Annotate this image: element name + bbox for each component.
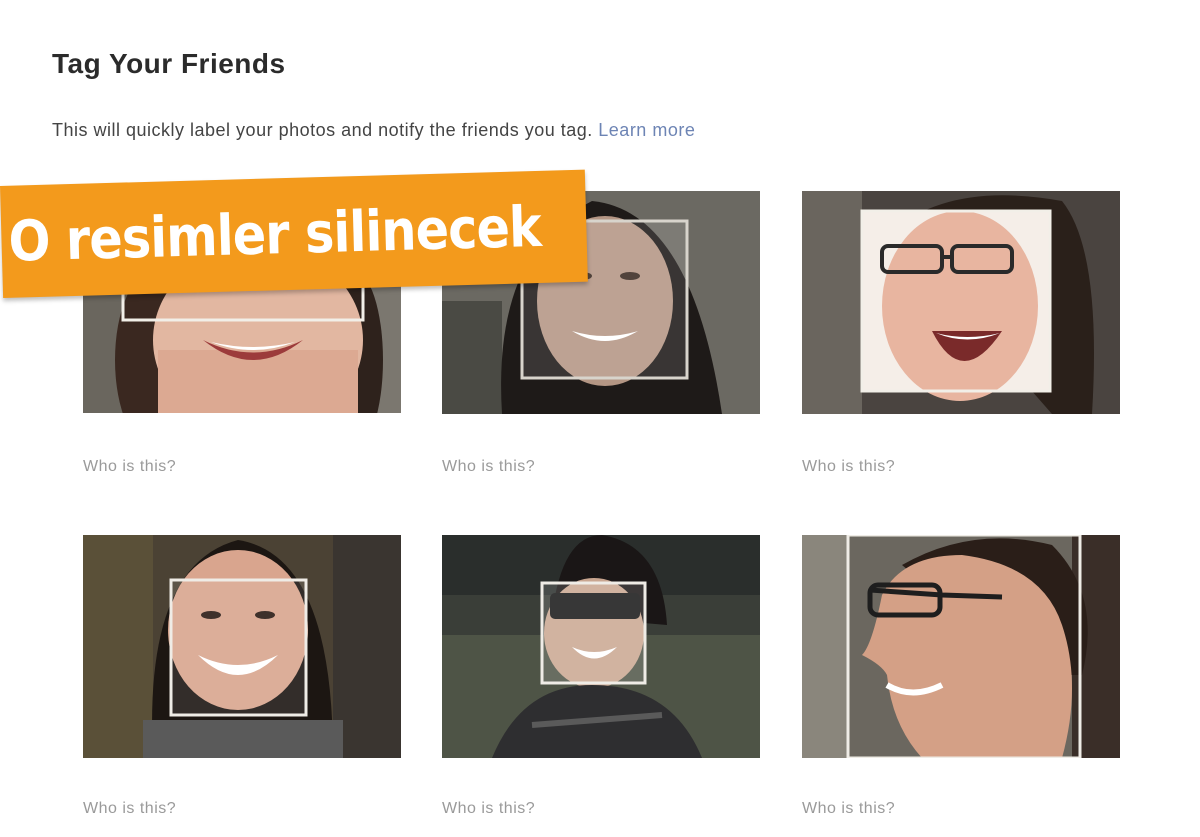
news-banner: O resimler silinecek bbox=[0, 169, 588, 298]
photo-6[interactable] bbox=[802, 535, 1120, 758]
photo-3[interactable] bbox=[802, 191, 1120, 414]
who-is-this-input-4[interactable]: Who is this? bbox=[83, 800, 176, 818]
who-is-this-input-1[interactable]: Who is this? bbox=[83, 458, 176, 476]
who-is-this-input-2[interactable]: Who is this? bbox=[442, 458, 535, 476]
page-title: Tag Your Friends bbox=[52, 48, 286, 79]
description-text: This will quickly label your photos and … bbox=[52, 120, 599, 140]
banner-text: O resimler silinecek bbox=[7, 194, 542, 275]
who-is-this-input-6[interactable]: Who is this? bbox=[802, 800, 895, 818]
tag-friends-page: Tag Your Friends This will quickly label… bbox=[0, 0, 1200, 837]
page-description: This will quickly label your photos and … bbox=[52, 120, 695, 141]
photo-5[interactable] bbox=[442, 535, 760, 758]
who-is-this-input-5[interactable]: Who is this? bbox=[442, 800, 535, 818]
learn-more-link[interactable]: Learn more bbox=[598, 120, 695, 140]
who-is-this-input-3[interactable]: Who is this? bbox=[802, 458, 895, 476]
photo-4[interactable] bbox=[83, 535, 401, 758]
